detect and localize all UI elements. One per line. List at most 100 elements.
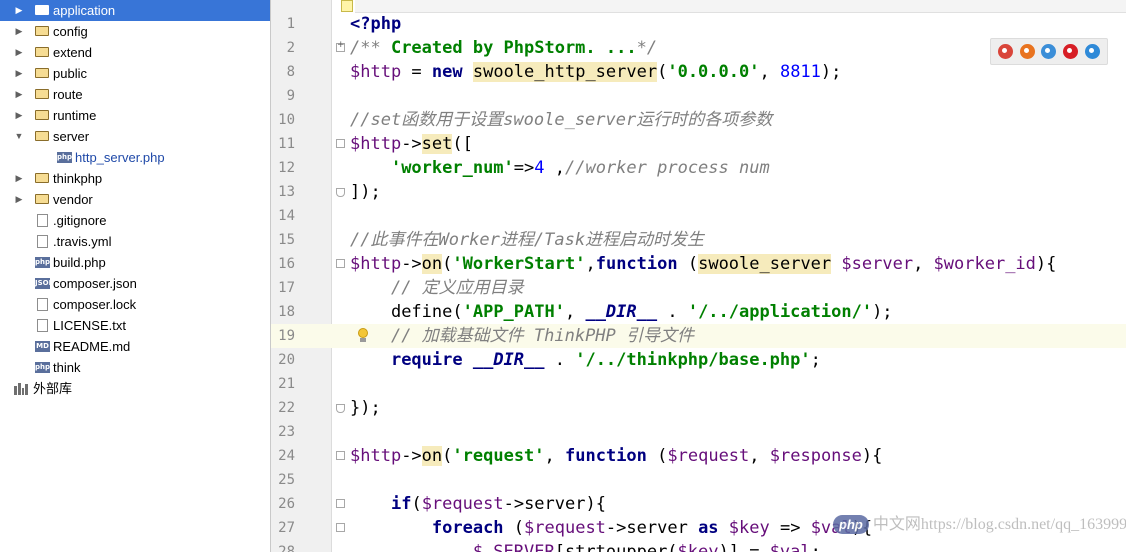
line-number: 28	[278, 544, 295, 552]
expand-arrow-icon[interactable]: ▶	[14, 105, 24, 126]
code-token: on	[421, 254, 443, 274]
code-token: $http	[350, 62, 402, 82]
code-line[interactable]: 13]);	[271, 180, 1126, 204]
tree-item[interactable]: .gitignore	[0, 210, 270, 231]
expand-arrow-icon[interactable]: ▶	[14, 0, 24, 21]
expand-arrow-icon[interactable]: ▶	[14, 168, 24, 189]
line-number: 10	[278, 112, 295, 128]
code-token: [strtoupper(	[554, 542, 678, 552]
code-line[interactable]: 9	[271, 84, 1126, 108]
ie-icon[interactable]	[1085, 44, 1101, 59]
tree-item[interactable]: php build.php	[0, 252, 270, 273]
line-number: 14	[278, 208, 295, 224]
folder-icon	[35, 47, 49, 57]
expand-arrow-icon[interactable]: ▶	[14, 21, 24, 42]
fold-collapse-icon[interactable]	[336, 523, 345, 532]
code-token: $key	[728, 518, 770, 538]
code-line[interactable]: 17 // 定义应用目录	[271, 276, 1126, 300]
fold-end-icon[interactable]	[336, 188, 345, 197]
code-line[interactable]: 1 <?php	[271, 12, 1126, 36]
code-token: set	[421, 134, 453, 154]
code-text: $http->on('WorkerStart',function (swoole…	[350, 252, 1056, 276]
code-line[interactable]: 12 'worker_num'=>4 ,//worker process num	[271, 156, 1126, 180]
code-line[interactable]: 21	[271, 372, 1126, 396]
tree-item[interactable]: ▶ public	[0, 63, 270, 84]
code-token: ->	[503, 494, 525, 514]
libraries-icon	[14, 383, 28, 395]
code-token: ;	[810, 350, 821, 370]
bookmark-marker	[341, 0, 353, 12]
code-line[interactable]: 25	[271, 468, 1126, 492]
tree-item[interactable]: ▶ vendor	[0, 189, 270, 210]
code-editor[interactable]: 1 <?php 2 /** Created by PhpStorm. ...*/ 8 $h…	[271, 0, 1126, 552]
code-line[interactable]: 16 $http->on('WorkerStart',function (swoo…	[271, 252, 1126, 276]
folder-icon	[35, 26, 49, 36]
tree-item[interactable]: composer.lock	[0, 294, 270, 315]
tree-item[interactable]: 外部库	[0, 378, 270, 399]
code-line[interactable]: 22});	[271, 396, 1126, 420]
code-token: ){	[861, 446, 883, 466]
tree-item[interactable]: MD README.md	[0, 336, 270, 357]
tree-item[interactable]: ▶ runtime	[0, 105, 270, 126]
expand-arrow-icon[interactable]: ▶	[14, 63, 24, 84]
code-token: $http	[350, 254, 402, 274]
code-text: $http->set([	[350, 132, 473, 156]
tree-item-label: public	[53, 66, 87, 81]
fold-end-icon[interactable]	[336, 404, 345, 413]
code-line[interactable]: 28 $_SERVER[strtoupper($key)] = $val;	[271, 540, 1126, 552]
code-line[interactable]: 10 //set函数用于设置swoole_server运行时的各项参数	[271, 108, 1126, 132]
fold-collapse-icon[interactable]	[336, 451, 345, 460]
code-line[interactable]: 11 $http->set([	[271, 132, 1126, 156]
code-text: require __DIR__ . '/../thinkphp/base.php…	[350, 348, 821, 372]
tree-item[interactable]: .travis.yml	[0, 231, 270, 252]
code-line[interactable]: 24 $http->on('request', function ($reques…	[271, 444, 1126, 468]
tree-item[interactable]: ▶ thinkphp	[0, 168, 270, 189]
watermark: php 中文网https://blog.csdn.net/qq_16399991	[833, 510, 1126, 534]
code-token: '/../application/'	[687, 302, 873, 322]
collapse-arrow-icon[interactable]: ▼	[14, 126, 24, 147]
tree-item[interactable]: LICENSE.txt	[0, 315, 270, 336]
firefox-icon[interactable]	[1019, 44, 1035, 59]
code-line[interactable]: 19 // 加载基础文件 ThinkPHP 引导文件	[271, 324, 1126, 348]
fold-collapse-icon[interactable]	[336, 139, 345, 148]
tree-item[interactable]: php http_server.php	[0, 147, 270, 168]
code-text: //set函数用于设置swoole_server运行时的各项参数	[350, 108, 772, 132]
tree-item[interactable]: ▶ config	[0, 21, 270, 42]
tree-item[interactable]: ▼ server	[0, 126, 270, 147]
code-token: require	[390, 350, 473, 370]
fold-collapse-icon[interactable]	[336, 499, 345, 508]
tree-item[interactable]: php think	[0, 357, 270, 378]
fold-collapse-icon[interactable]	[336, 259, 345, 268]
folder-icon	[35, 131, 49, 141]
code-line[interactable]: 20 require __DIR__ . '/../thinkphp/base.…	[271, 348, 1126, 372]
fold-expand-icon[interactable]	[336, 40, 345, 52]
opera-icon[interactable]	[1063, 44, 1079, 59]
code-line[interactable]: 15 //此事件在Worker进程/Task进程启动时发生	[271, 228, 1126, 252]
code-line[interactable]: 14	[271, 204, 1126, 228]
safari-icon[interactable]	[1041, 44, 1057, 59]
folder-icon	[35, 5, 49, 15]
code-token: //此事件在Worker进程/Task进程启动时发生	[350, 230, 705, 250]
code-token: ->	[401, 134, 422, 154]
code-token: });	[350, 398, 381, 418]
code-text: });	[350, 396, 381, 420]
code-line[interactable]: 23	[271, 420, 1126, 444]
expand-arrow-icon[interactable]: ▶	[14, 84, 24, 105]
tree-item[interactable]: ▶ route	[0, 84, 270, 105]
expand-arrow-icon[interactable]: ▶	[14, 42, 24, 63]
code-token: ,	[544, 446, 566, 466]
code-line[interactable]: 18 define('APP_PATH', __DIR__ . '/../app…	[271, 300, 1126, 324]
code-token: $http	[350, 446, 402, 466]
chrome-icon[interactable]	[997, 44, 1013, 59]
expand-arrow-icon[interactable]: ▶	[14, 189, 24, 210]
tree-item[interactable]: JSON composer.json	[0, 273, 270, 294]
tree-item[interactable]: ▶ extend	[0, 42, 270, 63]
tree-item[interactable]: ▶ application	[0, 0, 270, 21]
watermark-badge: php	[833, 515, 869, 534]
code-token: 4	[534, 158, 545, 178]
